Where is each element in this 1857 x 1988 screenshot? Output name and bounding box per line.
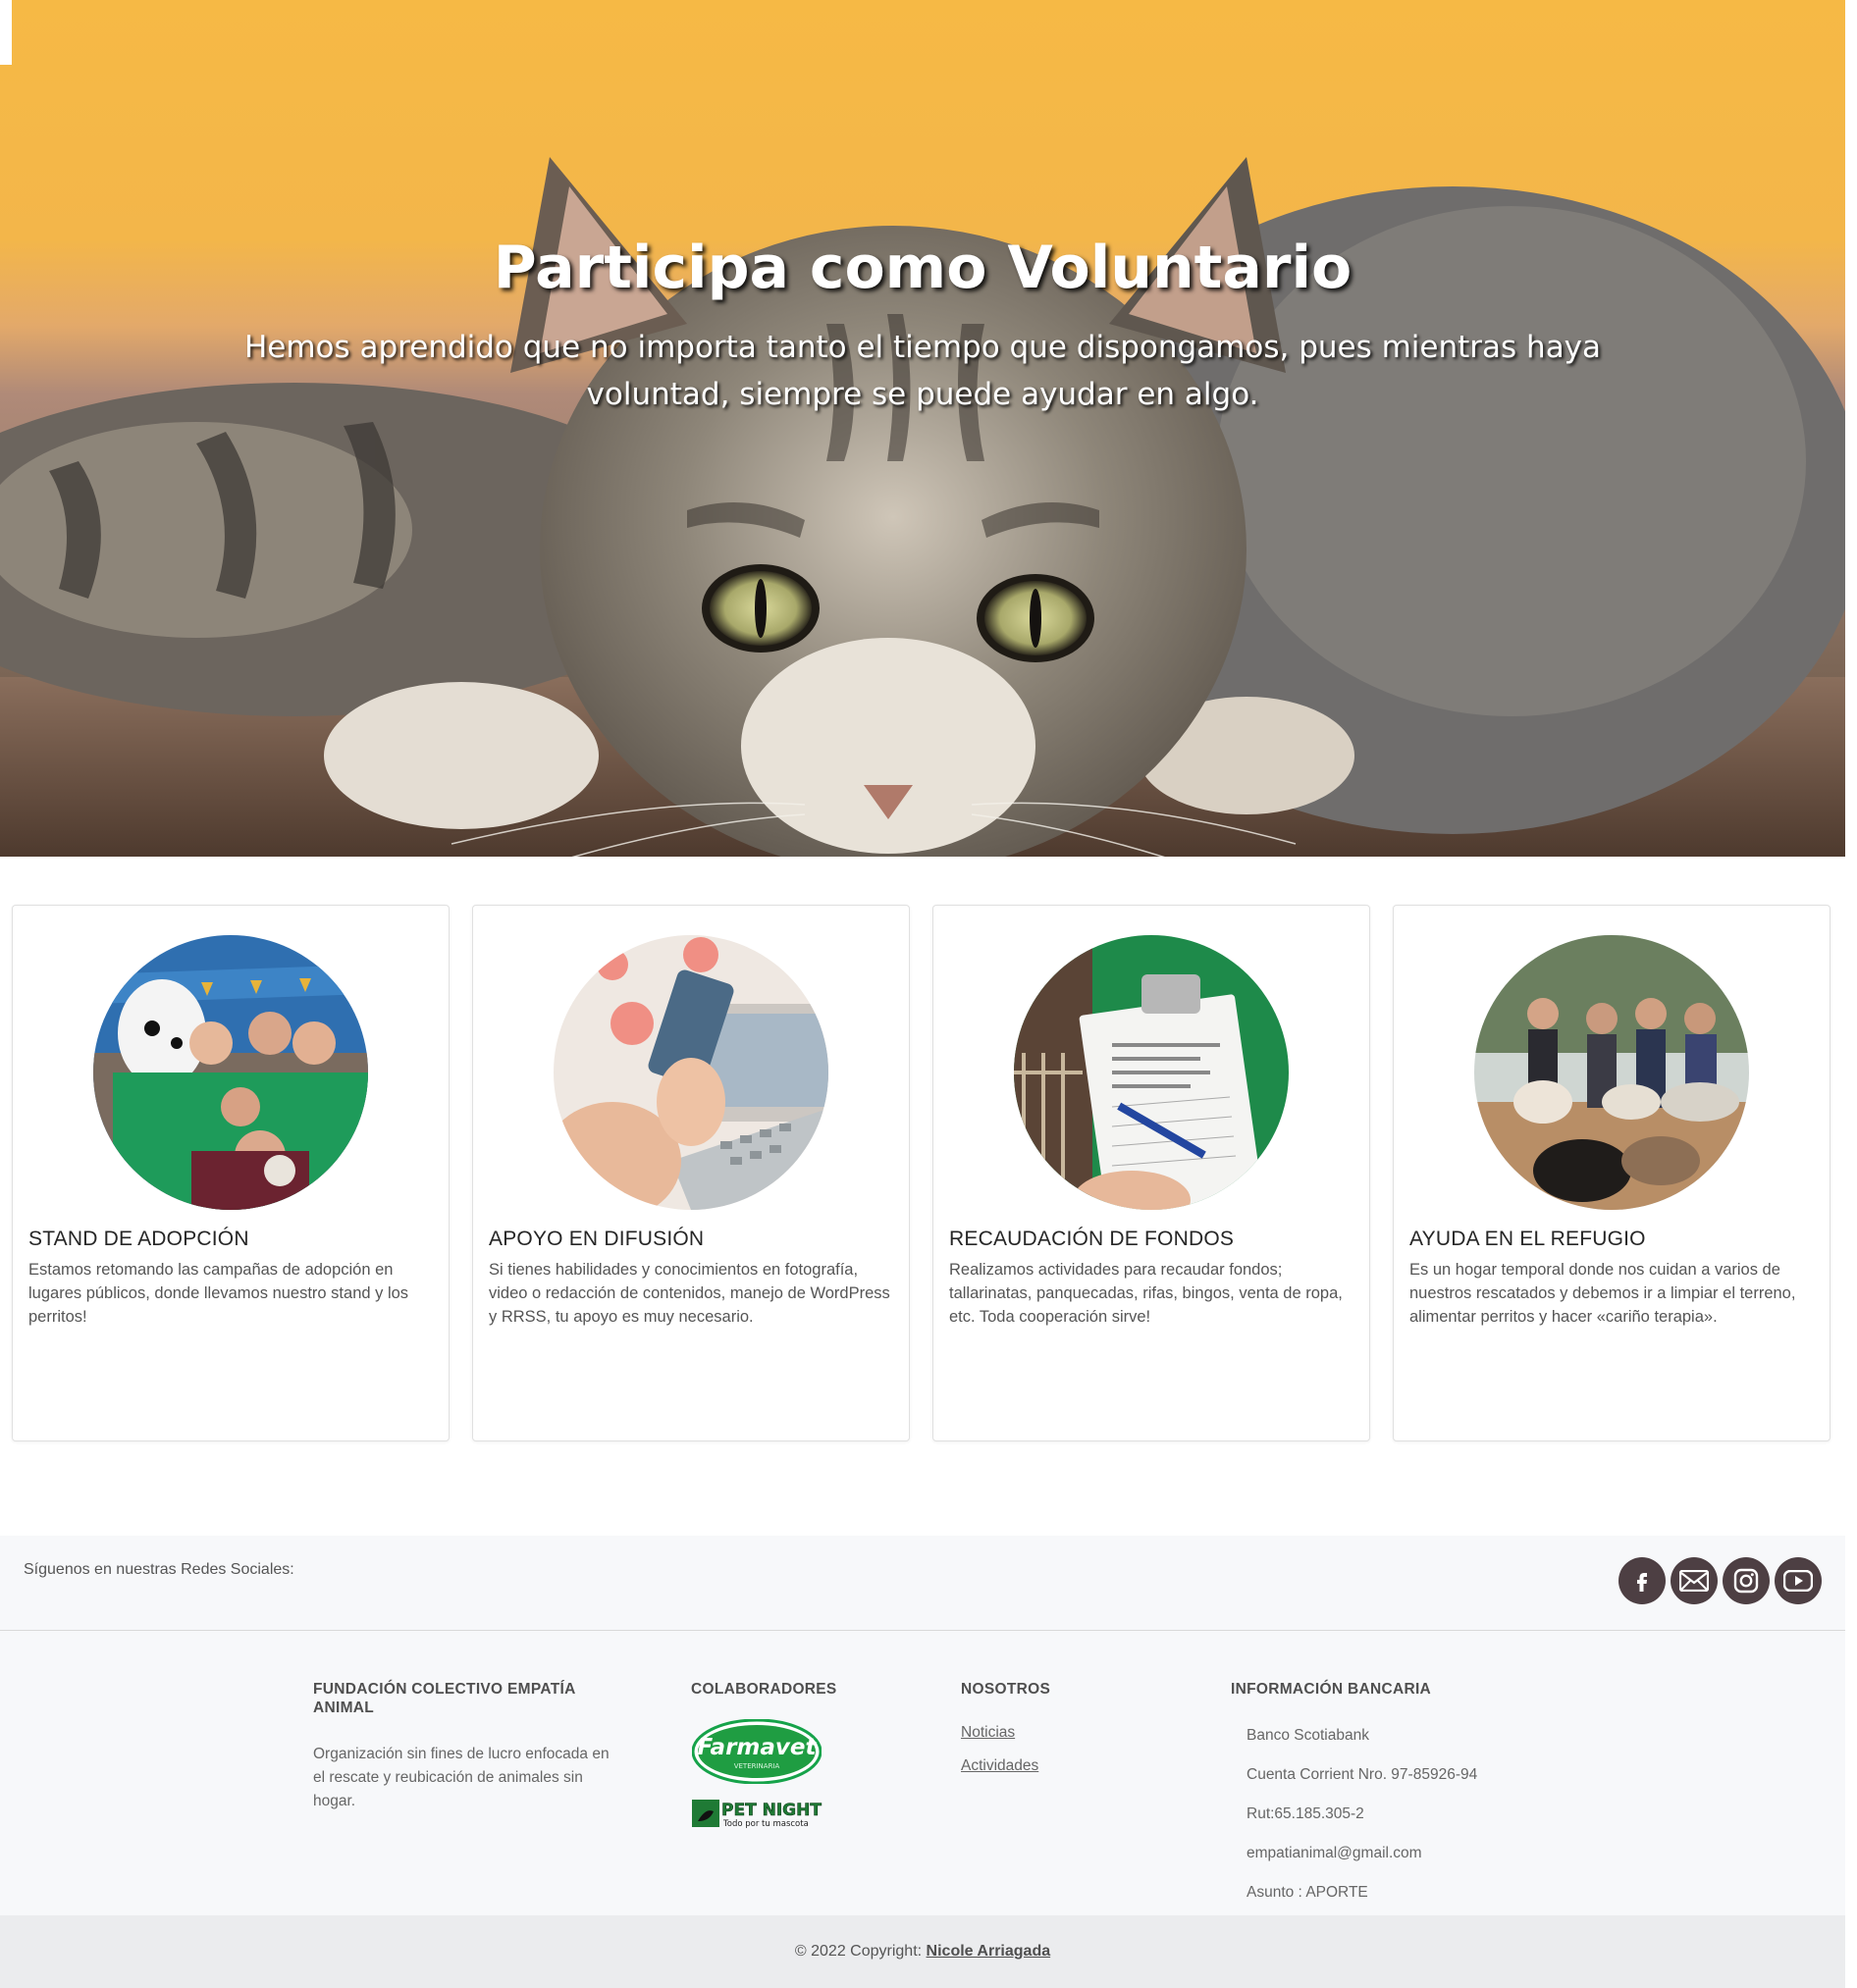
social-bar: Síguenos en nuestras Redes Sociales:: [0, 1536, 1845, 1631]
card-image-stand: [93, 935, 368, 1210]
copyright-text: © 2022 Copyright:: [794, 1943, 923, 1960]
youtube-button[interactable]: [1775, 1557, 1822, 1604]
footer-about: FUNDACIÓN COLECTIVO EMPATÍA ANIMAL Organ…: [313, 1680, 617, 1813]
card-recaudacion-fondos: RECAUDACIÓN DE FONDOS Realizamos activid…: [932, 905, 1370, 1441]
bank-name: Banco Scotiabank: [1247, 1727, 1369, 1744]
cat-photo: [0, 157, 1845, 857]
farmavet-text: Farmavet: [697, 1735, 817, 1760]
card-title: AYUDA EN EL REFUGIO: [1409, 1228, 1646, 1250]
hero-subtitle: Hemos aprendido que no importa tanto el …: [243, 330, 1602, 412]
petnight-text: PET NIGHT: [721, 1801, 822, 1820]
card-title: STAND DE ADOPCIÓN: [28, 1228, 249, 1250]
card-title: APOYO EN DIFUSIÓN: [489, 1228, 705, 1250]
hero-title: Participa como Voluntario: [493, 234, 1353, 302]
card-image-refugio: [1474, 935, 1749, 1210]
link-noticias[interactable]: Noticias: [961, 1724, 1157, 1742]
footer-partners-heading: COLABORADORES: [691, 1681, 837, 1698]
card-title: RECAUDACIÓN DE FONDOS: [949, 1228, 1235, 1250]
bank-email: empatianimal@gmail.com: [1247, 1845, 1422, 1861]
farmavet-subtext: VETERINARIA: [734, 1762, 780, 1770]
email-icon: [1679, 1570, 1709, 1592]
footer-nosotros-heading: NOSOTROS: [961, 1681, 1051, 1698]
facebook-icon: [1637, 1573, 1647, 1592]
card-image-recaudacion: [1014, 935, 1289, 1210]
footer-nosotros: NOSOTROS Noticias Actividades: [961, 1680, 1157, 1791]
copyright-bar: © 2022 Copyright: Nicole Arriagada: [0, 1915, 1845, 1988]
social-icons: [1618, 1557, 1822, 1604]
petnight-logo[interactable]: PET NIGHT Todo por tu mascota: [692, 1798, 823, 1829]
card-apoyo-difusion: APOYO EN DIFUSIÓN Si tienes habilidades …: [472, 905, 910, 1441]
card-ayuda-refugio: AYUDA EN EL REFUGIO Es un hogar temporal…: [1393, 905, 1830, 1441]
youtube-icon: [1783, 1570, 1813, 1592]
card-text: Realizamos actividades para recaudar fon…: [949, 1261, 1343, 1326]
card-text: Es un hogar temporal donde nos cuidan a …: [1409, 1261, 1796, 1326]
bank-account: Cuenta Corrient Nro. 97-85926-94: [1247, 1766, 1478, 1783]
instagram-icon: [1733, 1568, 1759, 1594]
footer-bank-info: INFORMACIÓN BANCARIA Banco Scotiabank Cu…: [1231, 1680, 1565, 1920]
footer-about-text: Organización sin fines de lucro enfocada…: [313, 1746, 610, 1809]
footer: FUNDACIÓN COLECTIVO EMPATÍA ANIMAL Organ…: [0, 1631, 1845, 1915]
farmavet-logo[interactable]: Farmavet VETERINARIA: [691, 1718, 822, 1785]
corner-mark: [0, 0, 12, 65]
petnight-subtext: Todo por tu mascota: [722, 1819, 809, 1829]
card-stand-adopcion: STAND DE ADOPCIÓN Estamos retomando las …: [12, 905, 450, 1441]
email-button[interactable]: [1671, 1557, 1718, 1604]
instagram-button[interactable]: [1723, 1557, 1770, 1604]
bank-rut: Rut:65.185.305-2: [1247, 1805, 1364, 1822]
facebook-button[interactable]: [1618, 1557, 1666, 1604]
bank-subject: Asunto : APORTE: [1247, 1884, 1368, 1901]
footer-about-heading: FUNDACIÓN COLECTIVO EMPATÍA ANIMAL: [313, 1681, 575, 1716]
card-text: Si tienes habilidades y conocimientos en…: [489, 1261, 890, 1326]
volunteer-cards: STAND DE ADOPCIÓN Estamos retomando las …: [12, 905, 1833, 1441]
social-label: Síguenos en nuestras Redes Sociales:: [24, 1561, 294, 1578]
copyright-author-link[interactable]: Nicole Arriagada: [927, 1943, 1051, 1960]
footer-bank-heading: INFORMACIÓN BANCARIA: [1231, 1681, 1432, 1698]
card-text: Estamos retomando las campañas de adopci…: [28, 1261, 409, 1326]
link-actividades[interactable]: Actividades: [961, 1757, 1157, 1775]
card-image-difusion: [554, 935, 828, 1210]
footer-partners: COLABORADORES Farmavet VETERINARIA PET N…: [691, 1680, 887, 1829]
hero-banner: Participa como Voluntario Hemos aprendid…: [0, 0, 1845, 857]
